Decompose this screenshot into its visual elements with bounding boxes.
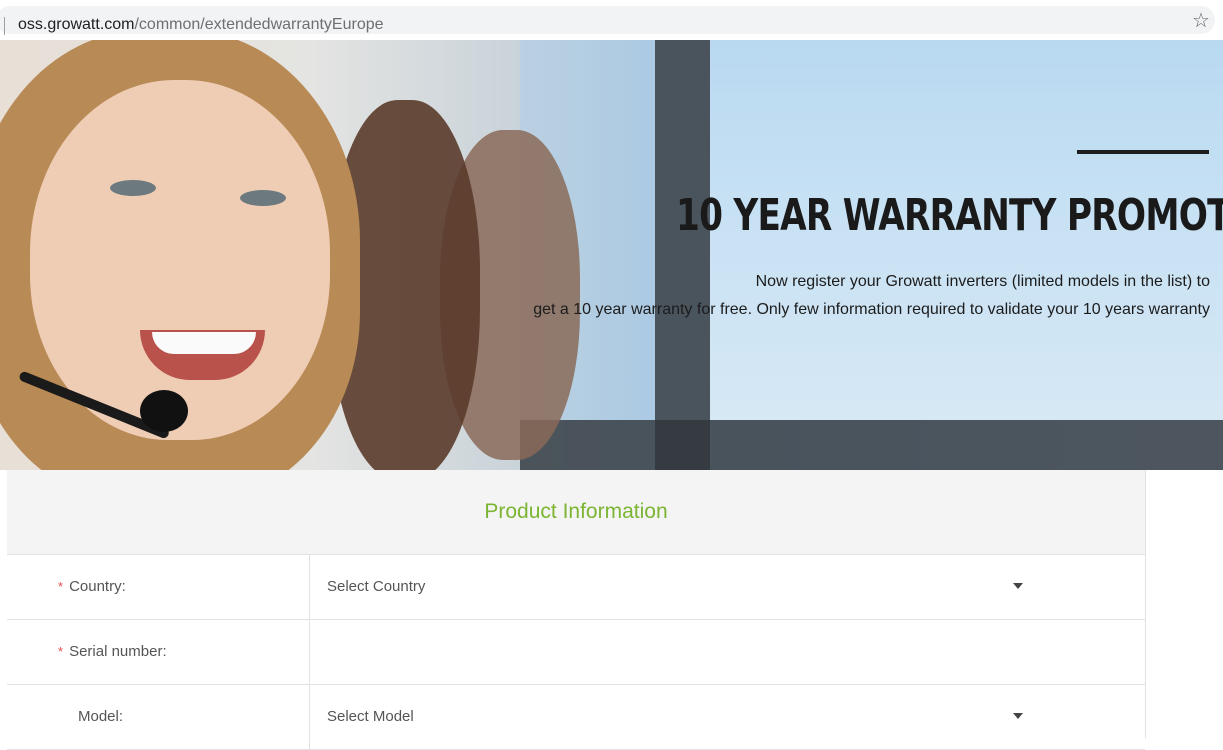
teeth	[152, 332, 256, 354]
hero-title-rule	[1077, 150, 1209, 154]
star-icon[interactable]: ☆	[1192, 8, 1210, 33]
address-url[interactable]: oss.growatt.com/common/extendedwarrantyE…	[18, 16, 384, 34]
hero-window-frame	[655, 40, 710, 470]
hero-banner: 10 YEAR WARRANTY PROMOTION . Now registe…	[0, 40, 1223, 470]
browser-toolbar: oss.growatt.com/common/extendedwarrantyE…	[0, 0, 1223, 40]
hero-description-line-1: Now register your Growatt inverters (lim…	[755, 273, 1210, 290]
chevron-down-icon[interactable]	[1013, 713, 1023, 719]
address-bar[interactable]: oss.growatt.com/common/extendedwarrantyE…	[0, 6, 1215, 35]
hero-person-face	[30, 80, 330, 440]
chevron-down-icon[interactable]	[1013, 583, 1023, 589]
model-label: Model:	[78, 708, 124, 725]
eye-left	[110, 180, 156, 196]
required-marker: *	[58, 644, 64, 659]
row-divider	[309, 555, 310, 619]
country-label-text: Country:	[69, 578, 126, 595]
hero-window-sill	[520, 420, 1223, 470]
row-divider	[309, 620, 310, 684]
section-title: Product Information	[484, 500, 668, 523]
hero-description-line-2: get a 10 year warranty for free. Only fe…	[533, 301, 1210, 318]
serial-number-label-text: Serial number:	[69, 643, 167, 660]
model-row: Model: Select Model	[7, 685, 1145, 750]
country-select[interactable]: Select Country	[327, 555, 425, 619]
hero-description: Now register your Growatt inverters (lim…	[380, 268, 1210, 324]
headset-mic-icon	[140, 390, 188, 432]
required-marker: *	[58, 579, 64, 594]
url-path: /common/extendedwarrantyEurope	[134, 16, 384, 33]
hero-title: 10 YEAR WARRANTY PROMOTION .	[676, 190, 1223, 241]
eye-right	[240, 190, 286, 206]
url-domain: oss.growatt.com	[18, 16, 135, 33]
country-label: * Country:	[58, 555, 126, 619]
serial-number-input[interactable]	[327, 620, 1127, 684]
serial-number-label: * Serial number:	[58, 620, 167, 684]
serial-number-row: * Serial number:	[7, 620, 1145, 685]
country-row: * Country: Select Country	[7, 555, 1145, 620]
model-select[interactable]: Select Model	[327, 685, 414, 749]
row-divider	[309, 685, 310, 749]
address-separator	[4, 17, 5, 35]
panel-header: Product Information	[7, 470, 1145, 555]
product-information-panel: Product Information * Country: Select Cou…	[7, 470, 1146, 750]
